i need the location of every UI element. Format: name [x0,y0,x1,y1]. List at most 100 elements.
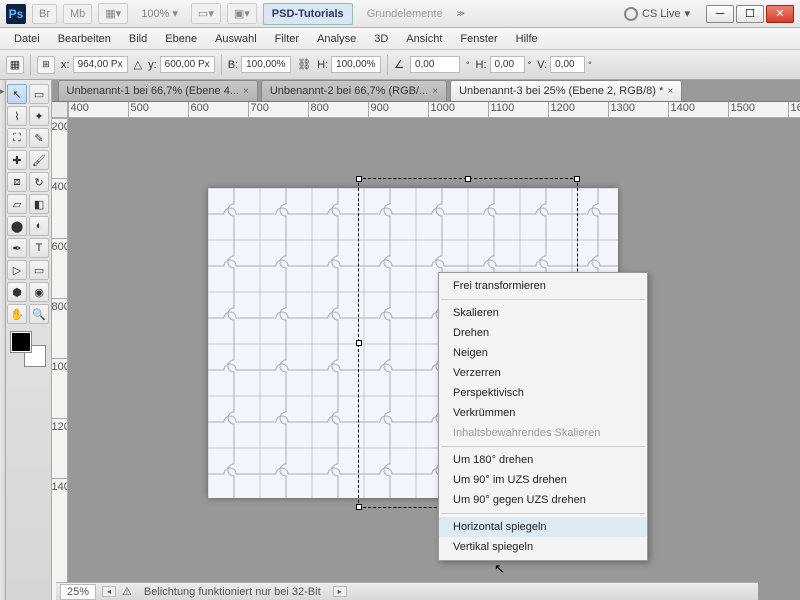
menu-analyse[interactable]: Analyse [309,30,364,48]
menu-auswahl[interactable]: Auswahl [207,30,265,48]
tool-preset-button[interactable]: ▦ [6,56,24,74]
vskew-label: V: [537,59,547,71]
minibridge-button[interactable]: Mb [63,4,92,24]
hskew-label: H: [476,59,487,71]
status-next-icon[interactable]: ▸ [333,586,347,597]
context-menu: Frei transformieren SkalierenDrehenNeigen… [438,272,648,561]
doc-tab-2[interactable]: Unbenannt-3 bei 25% (Ebene 2, RGB/8) *× [450,80,682,101]
context-item[interactable]: Horizontal spiegeln [439,517,647,537]
bridge-button[interactable]: Br [32,4,57,24]
ruler-horizontal[interactable]: 4005006007008009001000110012001300140015… [68,102,800,118]
hand-tool[interactable]: ✋ [7,304,27,324]
gradient-tool[interactable]: ◧ [29,194,49,214]
context-item[interactable]: Um 180° drehen [439,450,647,470]
magic-wand-tool[interactable]: ✦ [29,106,49,126]
3d-camera-tool[interactable]: ◉ [29,282,49,302]
ruler-tick: 800 [52,298,67,358]
context-item[interactable]: Verkrümmen [439,403,647,423]
transform-handle-w[interactable] [356,340,362,346]
screen-mode-button[interactable]: ▣▾ [227,3,257,24]
delta-icon[interactable]: △ [134,58,142,71]
context-item[interactable]: Drehen [439,323,647,343]
view-extras-button[interactable]: ▦▾ [98,3,128,24]
menu-filter[interactable]: Filter [267,30,307,48]
context-item[interactable]: Neigen [439,343,647,363]
hskew-input[interactable]: 0,00 [490,56,525,73]
transform-handle-ne[interactable] [574,176,580,182]
cslive-button[interactable]: CS Live ▾ [620,7,694,21]
link-icon[interactable]: ⛓ [297,58,311,71]
x-input[interactable]: 964,00 Px [73,56,128,73]
ruler-tick: 1300 [608,102,668,117]
eyedropper-tool[interactable]: ✎ [29,128,49,148]
workspace-grundelemente[interactable]: Grundelemente [359,4,451,24]
zoom-tool[interactable]: 🔍 [29,304,49,324]
status-zoom[interactable]: 25% [60,584,96,600]
vskew-input[interactable]: 0,00 [550,56,585,73]
blur-tool[interactable]: ⬤ [7,216,27,236]
ruler-tick: 1000 [52,358,67,418]
color-swatches[interactable] [11,332,45,366]
reference-point-grid[interactable]: ⊞ [37,56,55,74]
tab-close-icon[interactable]: × [667,86,673,97]
titlebar: Ps Br Mb ▦▾ 100% ▾ ▭▾ ▣▾ PSD-Tutorials G… [0,0,800,28]
pen-tool[interactable]: ✒ [7,238,27,258]
menu-fenster[interactable]: Fenster [452,30,505,48]
close-button[interactable]: ✕ [766,5,794,23]
workspace-more[interactable]: ≫ [457,9,465,18]
menu-hilfe[interactable]: Hilfe [508,30,546,48]
angle-input[interactable]: 0,00 [410,56,460,73]
ruler-origin[interactable] [52,102,68,118]
path-select-tool[interactable]: ▷ [7,260,27,280]
transform-handle-sw[interactable] [356,504,362,510]
tab-close-icon[interactable]: × [432,86,438,97]
doc-tab-1[interactable]: Unbenannt-2 bei 66,7% (RGB/...× [261,80,447,101]
3d-tool[interactable]: ⬢ [7,282,27,302]
history-brush-tool[interactable]: ↻ [29,172,49,192]
stamp-tool[interactable]: ⧈ [7,172,27,192]
status-bar: 25% ◂ ⚠ Belichtung funktioniert nur bei … [56,582,758,600]
menu-bild[interactable]: Bild [121,30,155,48]
move-tool[interactable]: ↖ [7,84,27,104]
height-input[interactable]: 100,00% [331,56,381,73]
shape-tool[interactable]: ▭ [29,260,49,280]
transform-handle-nw[interactable] [356,176,362,182]
canvas-viewport[interactable] [68,118,800,600]
maximize-button[interactable]: ☐ [736,5,764,23]
lasso-tool[interactable]: ⌇ [7,106,27,126]
menu-3d[interactable]: 3D [366,30,396,48]
context-item[interactable]: Frei transformieren [439,276,647,296]
brush-tool[interactable]: 🖌 [29,150,49,170]
healing-tool[interactable]: ✚ [7,150,27,170]
width-input[interactable]: 100,00% [241,56,291,73]
workspace-psd-tutorials[interactable]: PSD-Tutorials [263,3,353,25]
tab-close-icon[interactable]: × [243,86,249,97]
foreground-color[interactable] [11,332,31,352]
type-tool[interactable]: T [29,238,49,258]
dodge-tool[interactable]: ◐ [29,216,49,236]
zoom-display[interactable]: 100% ▾ [134,3,185,24]
arrange-button[interactable]: ▭▾ [191,3,221,24]
toolbox: ↖▭ ⌇✦ ⛶✎ ✚🖌 ⧈↻ ▱◧ ⬤◐ ✒T ▷▭ ⬢◉ ✋🔍 [6,80,52,600]
menu-ebene[interactable]: Ebene [157,30,205,48]
context-item[interactable]: Um 90° im UZS drehen [439,470,647,490]
menu-bearbeiten[interactable]: Bearbeiten [50,30,119,48]
ruler-tick: 1200 [52,418,67,478]
status-prev-icon[interactable]: ◂ [102,586,116,597]
context-item[interactable]: Skalieren [439,303,647,323]
menu-ansicht[interactable]: Ansicht [398,30,450,48]
transform-handle-n[interactable] [465,176,471,182]
doc-tab-0[interactable]: Unbenannt-1 bei 66,7% (Ebene 4...× [58,80,258,101]
y-input[interactable]: 600,00 Px [160,56,215,73]
context-item[interactable]: Vertikal spiegeln [439,537,647,557]
eraser-tool[interactable]: ▱ [7,194,27,214]
context-item[interactable]: Verzerren [439,363,647,383]
marquee-tool[interactable]: ▭ [29,84,49,104]
menu-datei[interactable]: Datei [6,30,48,48]
ruler-tick: 400 [68,102,128,117]
context-item[interactable]: Perspektivisch [439,383,647,403]
ruler-vertical[interactable]: 200400600800100012001400 [52,118,68,600]
crop-tool[interactable]: ⛶ [7,128,27,148]
minimize-button[interactable]: ─ [706,5,734,23]
context-item[interactable]: Um 90° gegen UZS drehen [439,490,647,510]
